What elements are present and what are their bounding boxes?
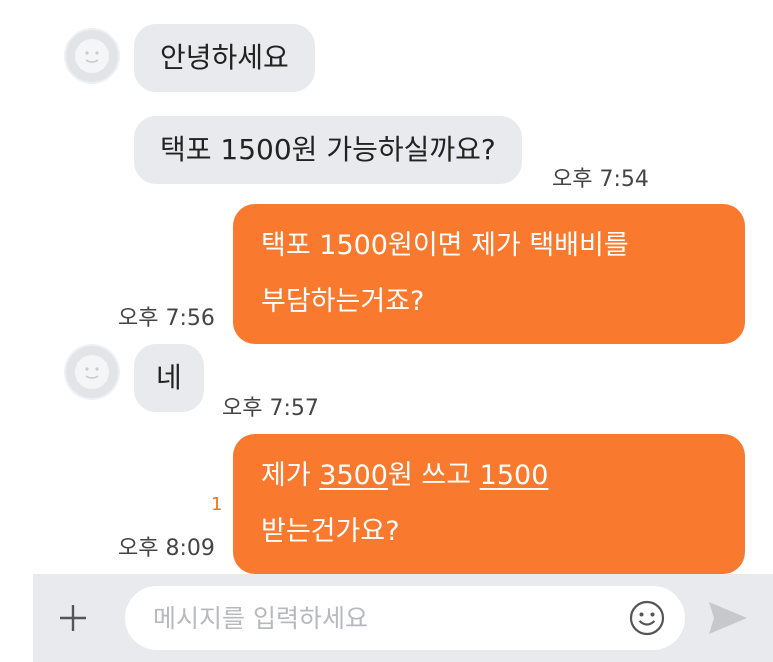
sender-avatar[interactable]	[64, 28, 120, 84]
outgoing-message-bubble: 제가 3500원 쓰고 1500 받는건가요?	[233, 434, 745, 574]
message-field[interactable]	[125, 586, 685, 650]
outgoing-message-bubble: 택포 1500원이면 제가 택배비를 부담하는거죠?	[233, 204, 745, 344]
message-text-segment: 제가	[261, 460, 320, 491]
incoming-message-bubble: 네	[134, 344, 204, 412]
amount-link[interactable]: 1500	[480, 460, 549, 491]
incoming-message-bubble: 택포 1500원 가능하실까요?	[134, 116, 522, 184]
incoming-message-bubble: 안녕하세요	[134, 24, 315, 92]
sender-avatar[interactable]	[64, 344, 120, 400]
message-text-line: 받는건가요?	[261, 516, 400, 547]
amount-link[interactable]: 3500	[319, 460, 388, 491]
message-input[interactable]	[151, 602, 615, 634]
unread-count: 1	[211, 494, 223, 515]
emoji-icon[interactable]	[627, 598, 667, 638]
chat-area: 안녕하세요 택포 1500원 가능하실까요? 오후 7:54 오후 7:56 택…	[0, 0, 773, 574]
plus-icon	[60, 605, 86, 631]
message-timestamp: 오후 8:09	[118, 536, 215, 561]
message-text: 택포 1500원 가능하실까요?	[160, 133, 496, 166]
message-timestamp: 오후 7:56	[118, 306, 215, 331]
message-text: 네	[156, 361, 182, 394]
default-avatar-icon	[75, 355, 109, 389]
message-text-line: 제가 3500원 쓰고 1500	[261, 448, 717, 504]
message-input-bar	[33, 574, 773, 662]
send-icon[interactable]	[705, 596, 751, 640]
message-timestamp: 오후 7:57	[222, 396, 319, 421]
attach-button[interactable]	[53, 598, 93, 638]
message-text-line: 택포 1500원이면 제가 택배비를	[261, 230, 629, 261]
message-text-segment: 원 쓰고	[387, 460, 480, 491]
message-text: 안녕하세요	[160, 41, 289, 74]
message-timestamp: 오후 7:54	[552, 167, 649, 192]
default-avatar-icon	[75, 39, 109, 73]
message-text-line: 부담하는거죠?	[261, 286, 425, 317]
